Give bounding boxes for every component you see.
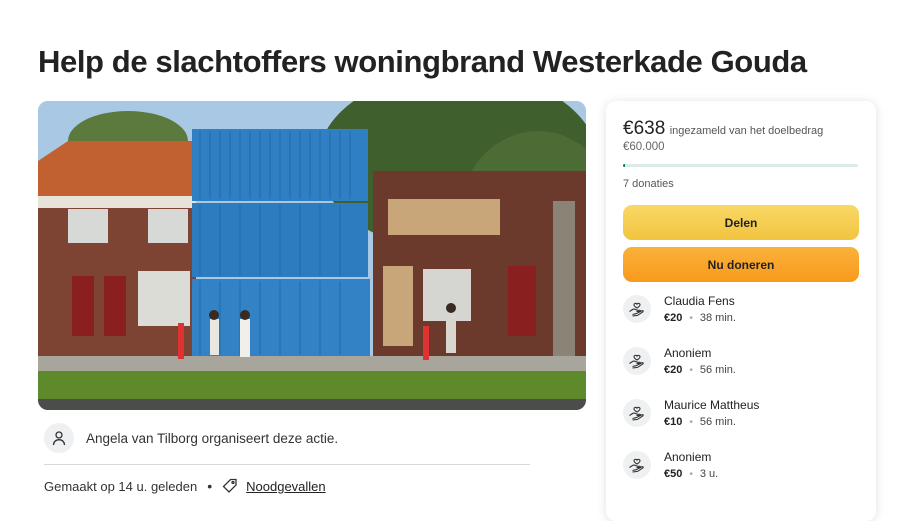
donor-name: Anoniem	[664, 450, 712, 464]
created-time: Gemaakt op 14 u. geleden	[44, 478, 198, 494]
share-button[interactable]: Delen	[623, 205, 859, 240]
donor-time: 56 min.	[699, 416, 736, 428]
tag-icon	[222, 478, 238, 494]
progress-fill	[623, 164, 626, 167]
donor-name: Maurice Mattheus	[664, 398, 760, 412]
meta-row: Gemaakt op 14 u. geleden • Noodgevallen	[44, 474, 326, 498]
raised-amount: €638	[623, 118, 666, 139]
hand-heart-icon	[623, 295, 651, 323]
raised-label: ingezameld van het doelbedrag	[669, 125, 824, 137]
divider	[44, 464, 530, 465]
hand-heart-icon	[623, 347, 651, 375]
separator-dot: •	[689, 312, 693, 324]
donor-name: Anoniem	[664, 346, 712, 360]
donor-time: 56 min.	[699, 364, 736, 376]
donation-card: €638 ingezameld van het doelbedrag €60.0…	[606, 101, 876, 521]
donor-item: Anoniem €50 • 3 u.	[623, 450, 863, 486]
separator-dot: •	[207, 478, 213, 494]
separator-dot: •	[689, 364, 693, 376]
progress-bar	[623, 164, 858, 167]
donor-name: Claudia Fens	[664, 294, 735, 308]
hand-heart-icon	[623, 399, 651, 427]
donor-amount: €20	[664, 312, 683, 324]
person-icon	[44, 423, 74, 453]
donor-item: Maurice Mattheus €10 • 56 min.	[623, 398, 863, 434]
hero-image[interactable]	[38, 101, 586, 410]
donor-time: 38 min.	[699, 312, 736, 324]
hand-heart-icon	[623, 451, 651, 479]
separator-dot: •	[689, 416, 693, 428]
donor-item: Claudia Fens €20 • 38 min.	[623, 294, 863, 330]
hero-photo	[38, 101, 586, 410]
category-link[interactable]: Noodgevallen	[246, 479, 326, 494]
donor-amount: €50	[664, 468, 683, 480]
page-title: Help de slachtoffers woningbrand Westerk…	[38, 44, 807, 79]
donor-amount: €20	[664, 364, 683, 376]
donate-button[interactable]: Nu doneren	[623, 247, 859, 282]
goal-amount: €60.000	[623, 141, 665, 153]
separator-dot: •	[689, 468, 693, 480]
donor-item: Anoniem €20 • 56 min.	[623, 346, 863, 382]
donor-time: 3 u.	[699, 468, 719, 480]
raised-row: €638 ingezameld van het doelbedrag	[623, 118, 863, 140]
donations-count: 7 donaties	[623, 178, 674, 190]
organizer-text: Angela van Tilborg organiseert deze acti…	[86, 430, 339, 446]
organizer-row: Angela van Tilborg organiseert deze acti…	[44, 422, 534, 454]
donor-amount: €10	[664, 416, 683, 428]
